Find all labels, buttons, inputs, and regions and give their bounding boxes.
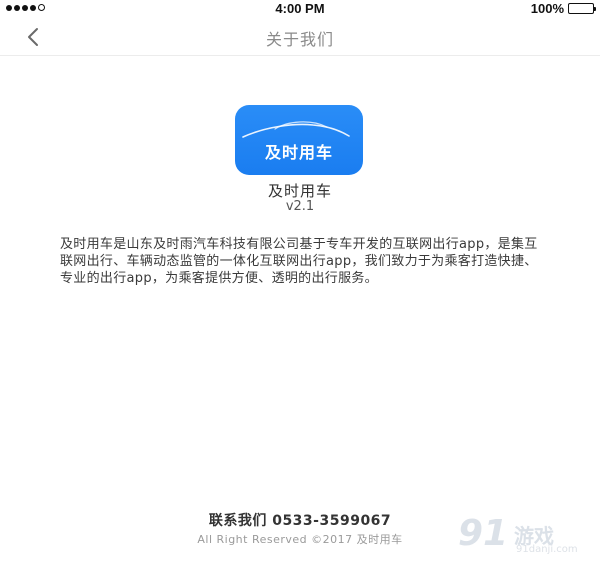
battery-indicator: 100% <box>530 1 596 16</box>
app-version: v2.1 <box>285 199 315 214</box>
company-description: 及时用车是山东及时雨汽车科技有限公司基于专车开发的互联网出行app，是集互联网出… <box>60 237 538 286</box>
status-time: 4:00 PM <box>275 1 325 16</box>
nav-bar: 关于我们 <box>0 18 600 56</box>
logo-text: 及时用车 <box>264 143 333 162</box>
battery-percent: 100% <box>530 1 564 16</box>
battery-icon <box>568 3 596 14</box>
app-logo: 及时用车 <box>235 105 363 175</box>
site-watermark: 91 游戏 91danji.com <box>458 514 594 560</box>
status-bar: 4:00 PM 100% <box>0 0 600 18</box>
app-name: 及时用车 <box>267 182 332 200</box>
watermark-site: 91danji.com <box>516 544 578 555</box>
page-title: 关于我们 <box>265 30 334 49</box>
watermark-number: 91 <box>458 513 509 554</box>
